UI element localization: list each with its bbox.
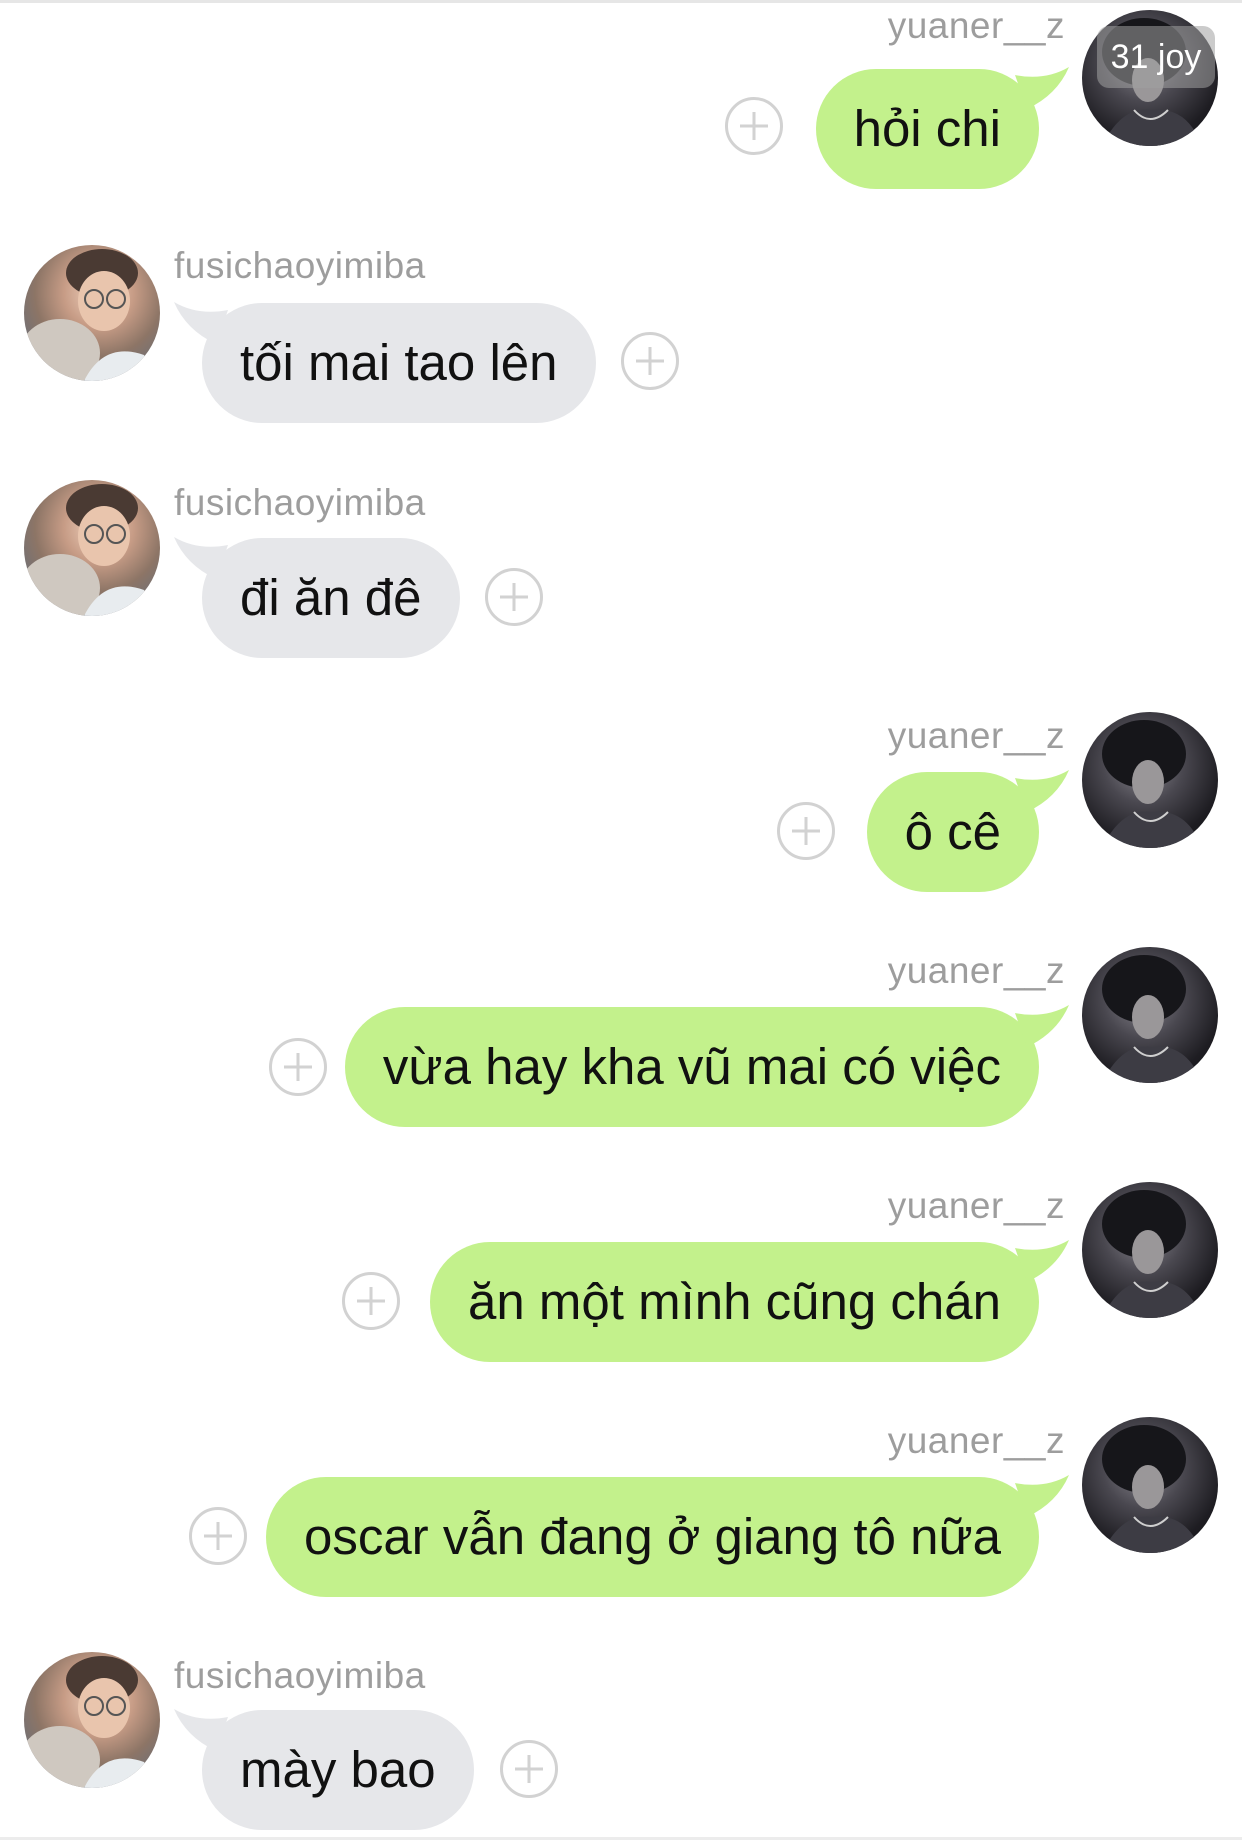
sender-name: yuaner__z — [887, 1185, 1065, 1226]
sender-name: yuaner__z — [887, 715, 1065, 756]
avatar[interactable] — [1082, 712, 1218, 848]
sender-name: yuaner__z — [887, 1420, 1065, 1461]
message-bubble[interactable]: vừa hay kha vũ mai có việc — [344, 1007, 1039, 1127]
avatar[interactable] — [1082, 1417, 1218, 1553]
sender-name: fusichaoyimiba — [174, 482, 426, 523]
add-reaction-icon[interactable] — [189, 1507, 247, 1565]
message-bubble[interactable]: tối mai tao lên — [202, 303, 596, 423]
bubble-tail — [1015, 1240, 1069, 1282]
message-bubble[interactable]: mày bao — [202, 1710, 474, 1830]
bubble-tail — [1015, 1475, 1069, 1517]
sender-name: fusichaoyimiba — [174, 1655, 426, 1696]
message-bubble[interactable]: hỏi chi — [815, 69, 1039, 189]
message-bubble[interactable]: oscar vẫn đang ở giang tô nữa — [265, 1477, 1039, 1597]
avatar[interactable] — [24, 245, 160, 381]
add-reaction-icon[interactable] — [621, 332, 679, 390]
sender-name: yuaner__z — [887, 950, 1065, 991]
avatar[interactable] — [24, 1652, 160, 1788]
avatar[interactable] — [1082, 947, 1218, 1083]
add-reaction-icon[interactable] — [777, 802, 835, 860]
bubble-tail — [1015, 1005, 1069, 1047]
message-bubble[interactable]: ô cê — [866, 772, 1039, 892]
bubble-tail — [1015, 770, 1069, 812]
add-reaction-icon[interactable] — [342, 1272, 400, 1330]
message-bubble[interactable]: đi ăn đê — [202, 538, 460, 658]
bubble-tail — [1015, 67, 1069, 109]
add-reaction-icon[interactable] — [500, 1740, 558, 1798]
add-reaction-icon[interactable] — [725, 97, 783, 155]
top-divider — [0, 0, 1242, 3]
sender-name: yuaner__z — [887, 5, 1065, 46]
add-reaction-icon[interactable] — [485, 568, 543, 626]
watermark-label: 31 joy — [1097, 26, 1215, 88]
sender-name: fusichaoyimiba — [174, 245, 426, 286]
avatar[interactable] — [24, 480, 160, 616]
add-reaction-icon[interactable] — [269, 1038, 327, 1096]
avatar[interactable] — [1082, 1182, 1218, 1318]
message-bubble[interactable]: ăn một mình cũng chán — [430, 1242, 1039, 1362]
